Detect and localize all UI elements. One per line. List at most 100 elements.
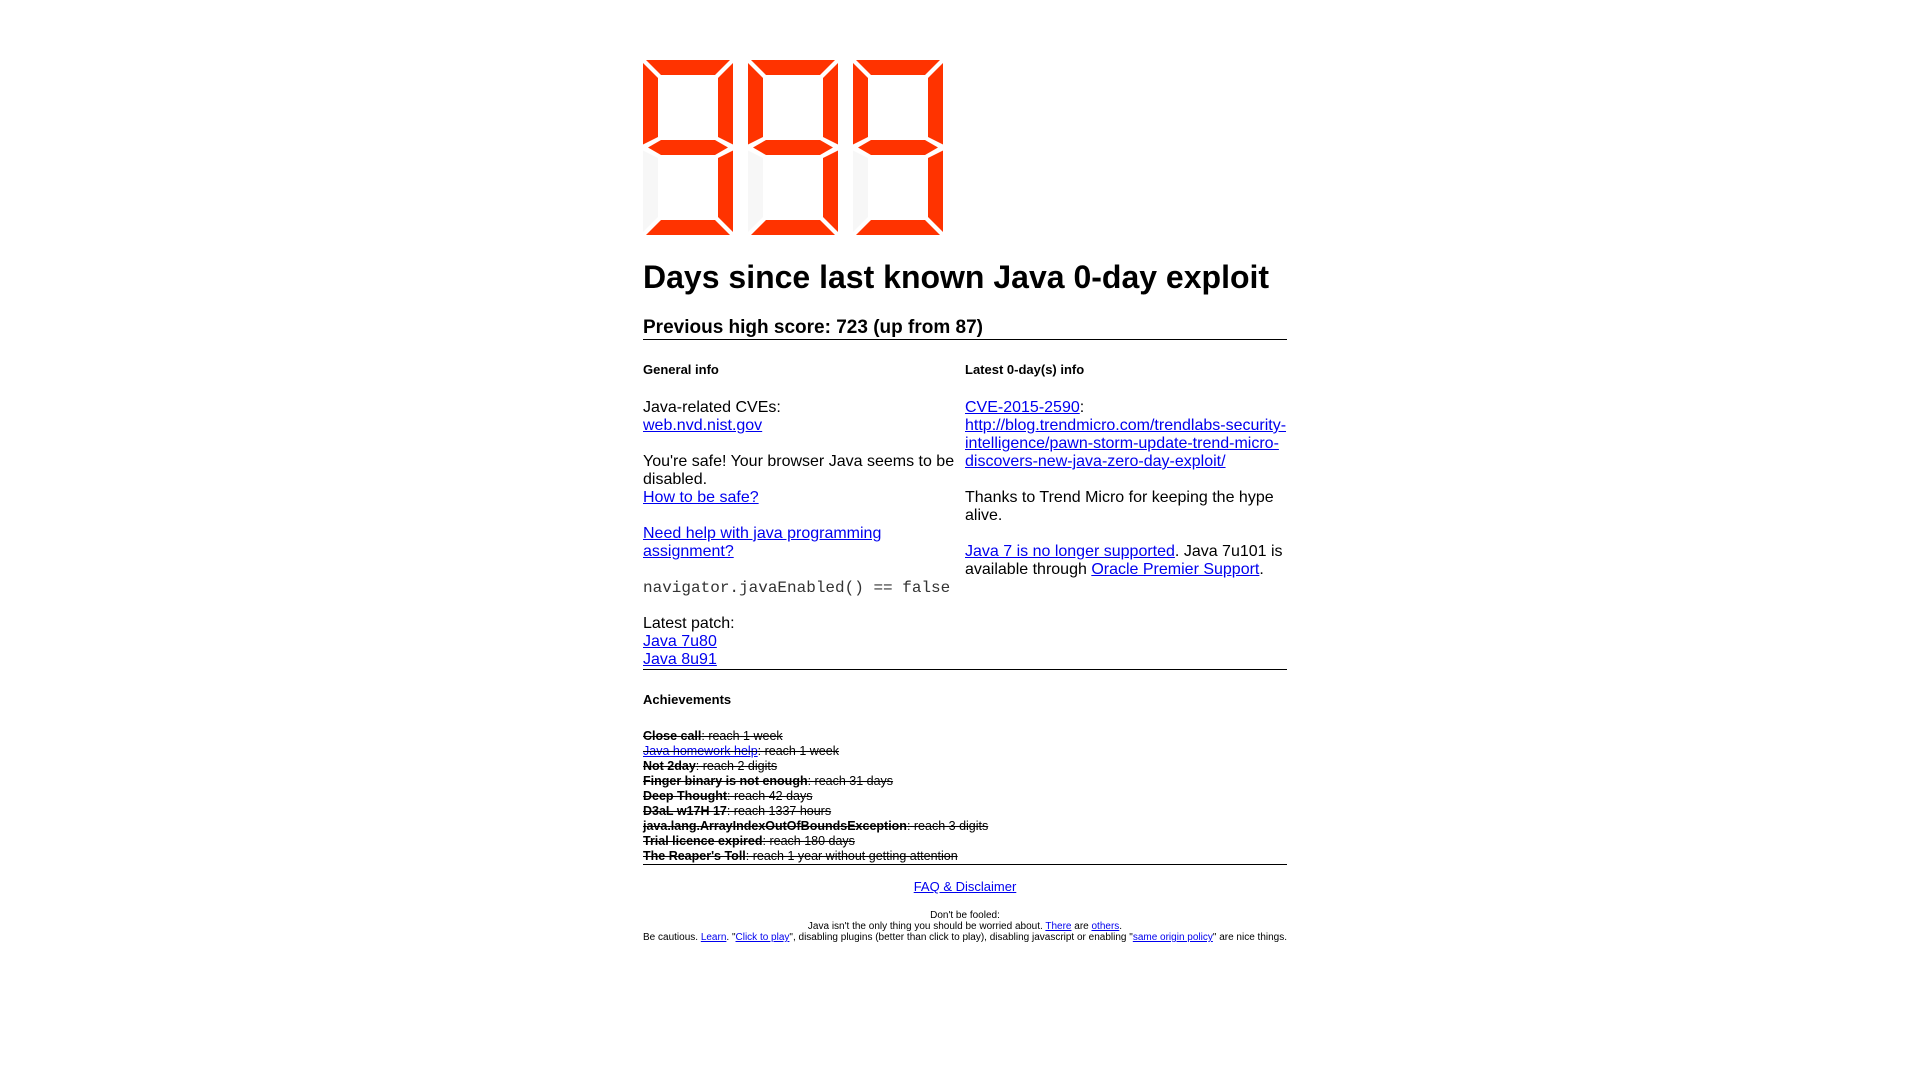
achievement-desc: : reach 2 digits [695, 759, 778, 773]
thanks-text: Thanks to Trend Micro for keeping the hy… [965, 489, 1274, 524]
segment-d-on [646, 220, 730, 235]
segment-a-on [856, 60, 940, 75]
segment-g-on [858, 140, 938, 155]
achievement-desc: : reach 1 year without getting attention [745, 849, 958, 863]
segment-c-on [928, 150, 943, 232]
footer-text: Java isn't the only thing you should be … [807, 921, 1046, 932]
java-help-link[interactable]: Need help with java programming assignme… [643, 525, 881, 560]
divider [643, 669, 1287, 670]
same-origin-policy-link[interactable]: same origin policy [1133, 932, 1213, 943]
java7-unsupported-link[interactable]: Java 7 is no longer supported [965, 543, 1175, 560]
footer-text: . " [726, 932, 736, 943]
achievement-desc: : reach 3 digits [906, 819, 989, 833]
segment-e-off [643, 150, 658, 232]
there-link[interactable]: There [1045, 921, 1071, 932]
segment-b-on [823, 63, 838, 145]
page-title: Days since last known Java 0-day exploit [643, 259, 1270, 295]
how-to-be-safe-link[interactable]: How to be safe? [643, 489, 759, 506]
help-paragraph: Need help with java programming assignme… [643, 525, 965, 561]
seven-segment-display [853, 60, 943, 235]
footer-text: Be cautious. [643, 932, 701, 943]
segment-f-on [748, 63, 763, 145]
latest-info-heading: Latest 0-day(s) info [965, 362, 1085, 377]
footer-text: " are nice things. [1212, 932, 1288, 943]
patch-paragraph: Latest patch: Java 7u80 Java 8u91 [643, 615, 965, 669]
segment-a-on [751, 60, 835, 75]
footer-line-2: Java isn't the only thing you should be … [643, 921, 1287, 932]
day-counter [643, 60, 1287, 235]
general-info-heading: General info [643, 362, 719, 377]
footer-line-3: Be cautious. Learn. "Click to play", dis… [643, 932, 1287, 943]
achievement-name: Trial licence expired [643, 834, 763, 848]
counter-digit [643, 60, 733, 235]
achievement-item: Close call: reach 1 week [643, 729, 1287, 744]
info-columns: General info Java-related CVEs: web.nvd.… [643, 340, 1287, 669]
achievement-name: D3aL w17H 17 [643, 804, 727, 818]
trendmicro-blog-link[interactable]: http://blog.trendmicro.com/trendlabs-sec… [965, 417, 1286, 470]
seven-segment-display [748, 60, 838, 235]
click-to-play-link[interactable]: Click to play [736, 932, 790, 943]
high-score: Previous high score: 723 (up from 87) [643, 317, 983, 338]
java7-patch-link[interactable]: Java 7u80 [643, 633, 717, 650]
achievement-item: Finger binary is not enough: reach 31 da… [643, 774, 1287, 789]
support-end: . [1259, 561, 1264, 578]
latest-info-column: Latest 0-day(s) info CVE-2015-2590: http… [965, 340, 1287, 669]
java-enabled-check: navigator.javaEnabled() == false [643, 579, 951, 597]
segment-c-on [718, 150, 733, 232]
general-info-column: General info Java-related CVEs: web.nvd.… [643, 340, 965, 669]
footer-notes: Don't be fooled: Java isn't the only thi… [643, 910, 1287, 943]
oracle-support-link[interactable]: Oracle Premier Support [1091, 561, 1259, 578]
achievement-desc: : reach 180 days [762, 834, 855, 848]
footer-line-1: Don't be fooled: [930, 910, 1000, 921]
achievement-item: Not 2day: reach 2 digits [643, 759, 1287, 774]
cves-paragraph: Java-related CVEs: web.nvd.nist.gov [643, 399, 965, 435]
segment-d-on [751, 220, 835, 235]
achievement-item: D3aL w17H 17: reach 1337 hours [643, 804, 1287, 819]
achievements-heading: Achievements [643, 692, 732, 707]
achievement-name: Finger binary is not enough [643, 774, 808, 788]
java-homework-help-link[interactable]: Java homework help [643, 744, 758, 758]
counter-digit [853, 60, 943, 235]
seven-segment-display [643, 60, 733, 235]
achievements-list: Close call: reach 1 week Java homework h… [643, 729, 1287, 864]
support-paragraph: Java 7 is no longer supported. Java 7u10… [965, 543, 1287, 579]
achievement-item: The Reaper's Toll: reach 1 year without … [643, 849, 1287, 864]
counter-digit [748, 60, 838, 235]
achievements-section: Achievements Close call: reach 1 week Ja… [643, 692, 1287, 864]
achievement-name: Deep Thought [643, 789, 728, 803]
segment-b-on [718, 63, 733, 145]
achievement-item: Trial licence expired: reach 180 days [643, 834, 1287, 849]
segment-b-on [928, 63, 943, 145]
java8-patch-link[interactable]: Java 8u91 [643, 651, 717, 668]
learn-link[interactable]: Learn [701, 932, 727, 943]
footer-text: . [1119, 921, 1123, 932]
segment-c-on [823, 150, 838, 232]
patch-label: Latest patch: [643, 615, 735, 632]
cve-colon: : [1079, 399, 1085, 416]
others-link[interactable]: others [1092, 921, 1120, 932]
segment-f-on [643, 63, 658, 145]
achievement-name: java.lang.ArrayIndexOutOfBoundsException [643, 819, 907, 833]
segment-f-on [853, 63, 868, 145]
achievement-name: The Reaper's Toll [643, 849, 746, 863]
achievement-name: Not 2day [643, 759, 696, 773]
page-content: Days since last known Java 0-day exploit… [643, 60, 1287, 943]
footer-text: are [1071, 921, 1092, 932]
safe-paragraph: You're safe! Your browser Java seems to … [643, 453, 965, 507]
safe-text: You're safe! Your browser Java seems to … [643, 453, 955, 488]
nvd-link[interactable]: web.nvd.nist.gov [643, 417, 762, 434]
segment-d-on [856, 220, 940, 235]
cve-link[interactable]: CVE-2015-2590 [965, 399, 1080, 416]
achievement-desc: : reach 1 week [757, 744, 839, 758]
achievement-item: Java homework help: reach 1 week [643, 744, 1287, 759]
cve-paragraph: CVE-2015-2590: http://blog.trendmicro.co… [965, 399, 1287, 471]
achievement-item: java.lang.ArrayIndexOutOfBoundsException… [643, 819, 1287, 834]
footer: FAQ & Disclaimer Don't be fooled: Java i… [643, 865, 1287, 943]
segment-a-on [646, 60, 730, 75]
faq-disclaimer-link[interactable]: FAQ & Disclaimer [914, 879, 1017, 895]
segment-e-off [853, 150, 868, 232]
segment-e-off [748, 150, 763, 232]
achievement-desc: : reach 31 days [807, 774, 894, 788]
segment-g-on [648, 140, 728, 155]
achievement-name: Close call [643, 729, 702, 743]
